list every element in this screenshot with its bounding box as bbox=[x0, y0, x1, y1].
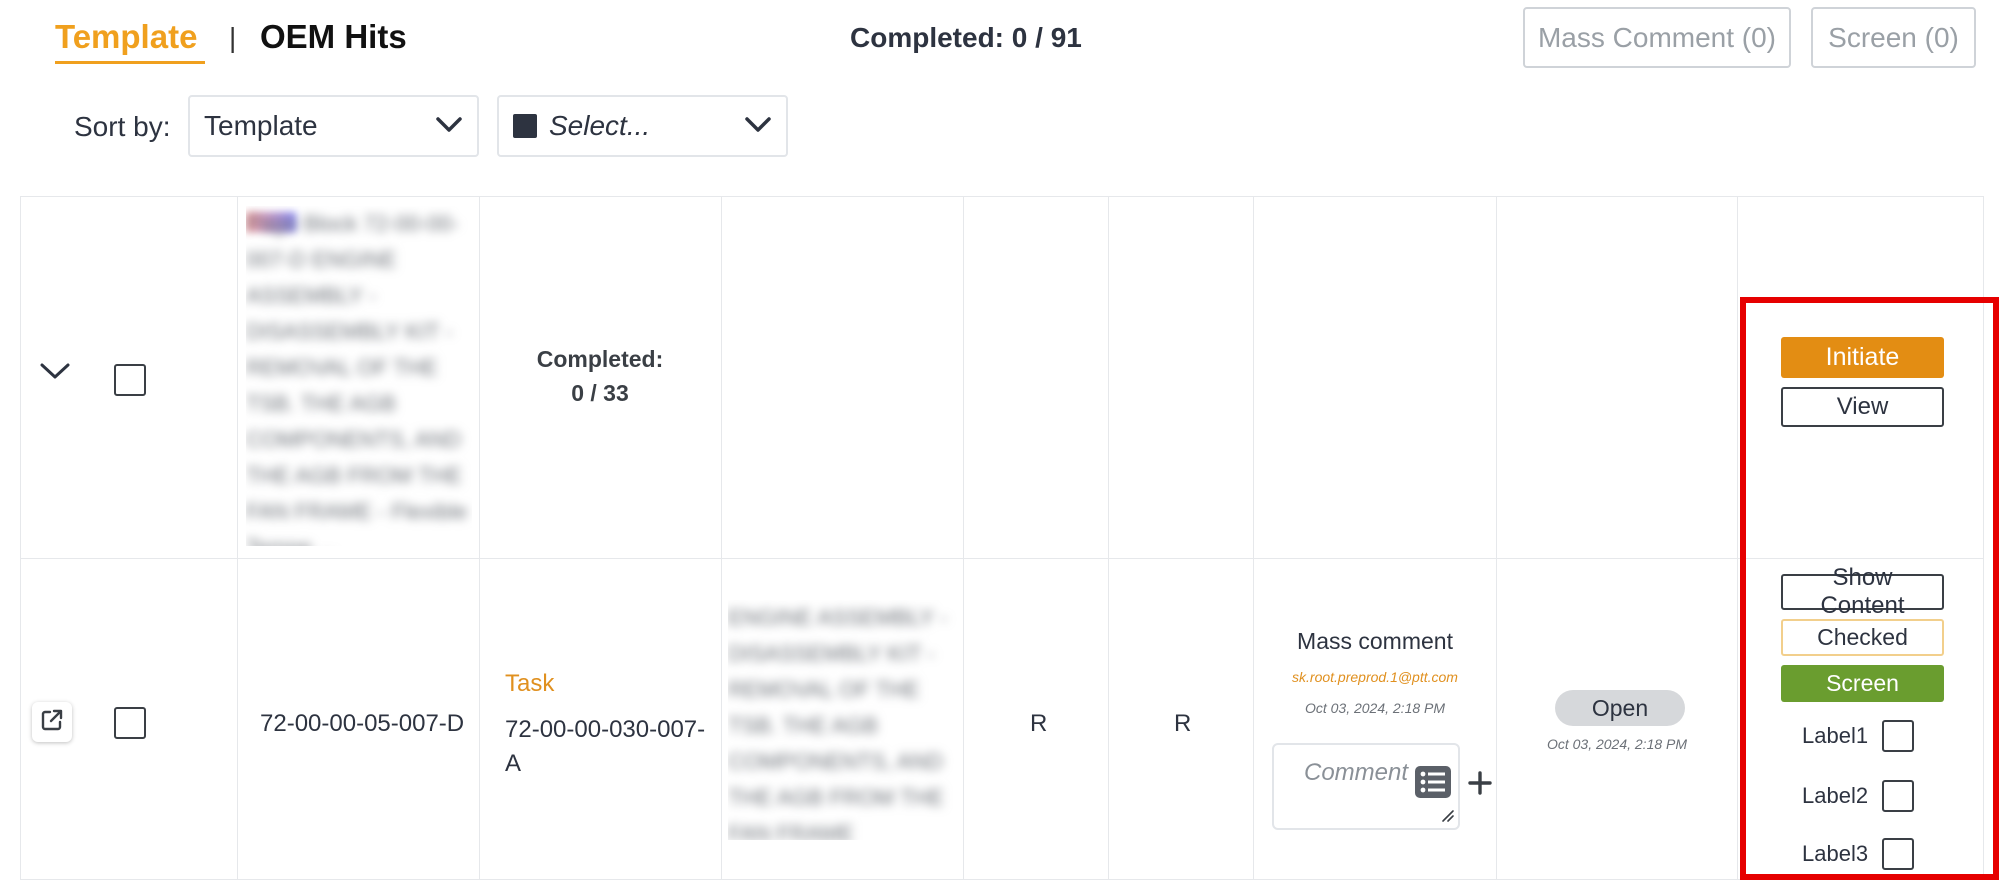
task-link[interactable]: Task bbox=[505, 670, 554, 698]
group-title-blurred: Page Block 72-00-00-007-D ENGINE ASSEMBL… bbox=[246, 206, 472, 546]
checked-button[interactable]: Checked bbox=[1781, 619, 1944, 656]
filter-select[interactable]: Select... bbox=[497, 95, 788, 157]
active-tab-underline bbox=[55, 61, 205, 64]
col-r1-value: R bbox=[1030, 710, 1048, 737]
item-description-blurred: ENGINE ASSEMBLY - DISASSEMBLY KIT - REMO… bbox=[728, 600, 958, 840]
label3-checkbox[interactable] bbox=[1882, 838, 1915, 870]
tab-template[interactable]: Template bbox=[55, 20, 197, 53]
sort-selected-value: Template bbox=[204, 110, 318, 141]
col-divider bbox=[1737, 196, 1738, 880]
col-divider bbox=[20, 196, 21, 880]
group-row-checkbox[interactable] bbox=[114, 364, 146, 396]
doc-number: 72-00-00-05-007-D bbox=[260, 710, 465, 737]
label3-row: Label3 bbox=[1802, 838, 1915, 870]
plus-icon bbox=[1467, 771, 1493, 800]
mass-comment-author: sk.root.preprod.1@ptt.com bbox=[1292, 669, 1458, 685]
table-top-border bbox=[20, 196, 1984, 197]
mass-comment-date: Oct 03, 2024, 2:18 PM bbox=[1304, 700, 1446, 716]
blurred-description-text: ENGINE ASSEMBLY - DISASSEMBLY KIT - REMO… bbox=[728, 605, 948, 840]
col-divider bbox=[1108, 196, 1109, 880]
initiate-button[interactable]: Initiate bbox=[1781, 337, 1944, 378]
label2-text: Label2 bbox=[1802, 783, 1869, 808]
list-icon[interactable] bbox=[1414, 765, 1452, 804]
item-row-checkbox[interactable] bbox=[114, 707, 146, 739]
show-content-button[interactable]: Show Content bbox=[1781, 564, 1944, 619]
label2-row: Label2 bbox=[1802, 780, 1915, 812]
col-divider bbox=[721, 196, 722, 880]
external-link-icon bbox=[39, 707, 65, 738]
col-r2-value: R bbox=[1174, 710, 1192, 737]
label1-row: Label1 bbox=[1802, 720, 1915, 752]
tab-separator: | bbox=[229, 22, 237, 53]
label1-text: Label1 bbox=[1802, 723, 1869, 748]
filter-placeholder: Select... bbox=[549, 110, 651, 141]
screen-all-button[interactable]: Screen (0) bbox=[1811, 7, 1976, 68]
status-date: Oct 03, 2024, 2:18 PM bbox=[1546, 736, 1688, 752]
completed-total: Completed: 0 / 91 bbox=[850, 22, 1082, 53]
mass-comment-button[interactable]: Mass Comment (0) bbox=[1523, 7, 1791, 68]
group-completed: Completed: 0 / 33 bbox=[484, 342, 716, 410]
comment-textarea[interactable]: Comment . bbox=[1272, 743, 1460, 830]
resize-handle-icon[interactable] bbox=[1439, 807, 1455, 828]
square-icon bbox=[513, 114, 537, 138]
tab-oem-hits[interactable]: OEM Hits bbox=[260, 20, 407, 53]
col-divider bbox=[237, 196, 238, 880]
blurred-title-text: Page Block 72-00-00-007-D ENGINE ASSEMBL… bbox=[246, 211, 468, 546]
group-completed-label: Completed: bbox=[536, 346, 664, 372]
chevron-down-icon bbox=[744, 110, 772, 142]
sort-by-label: Sort by: bbox=[74, 111, 171, 142]
label2-checkbox[interactable] bbox=[1882, 780, 1915, 812]
col-divider bbox=[479, 196, 480, 880]
label1-checkbox[interactable] bbox=[1882, 720, 1915, 752]
expand-chevron-icon[interactable] bbox=[38, 360, 72, 387]
sort-select[interactable]: Template bbox=[188, 95, 479, 157]
task-number: 72-00-00-030-007-A bbox=[505, 716, 706, 777]
add-comment-button[interactable] bbox=[1467, 770, 1493, 801]
group-completed-value: 0 / 33 bbox=[571, 380, 629, 406]
view-button[interactable]: View bbox=[1781, 387, 1944, 427]
col-divider bbox=[963, 196, 964, 880]
col-divider bbox=[1496, 196, 1497, 880]
status-badge: Open bbox=[1555, 690, 1685, 726]
chevron-down-icon bbox=[435, 110, 463, 142]
row-divider bbox=[20, 558, 1984, 559]
comment-placeholder: Comment . bbox=[1304, 759, 1422, 786]
label3-text: Label3 bbox=[1802, 841, 1869, 866]
col-divider bbox=[1253, 196, 1254, 880]
screen-button[interactable]: Screen bbox=[1781, 665, 1944, 702]
open-external-button[interactable] bbox=[32, 702, 72, 742]
mass-comment-title: Mass comment bbox=[1297, 628, 1453, 654]
